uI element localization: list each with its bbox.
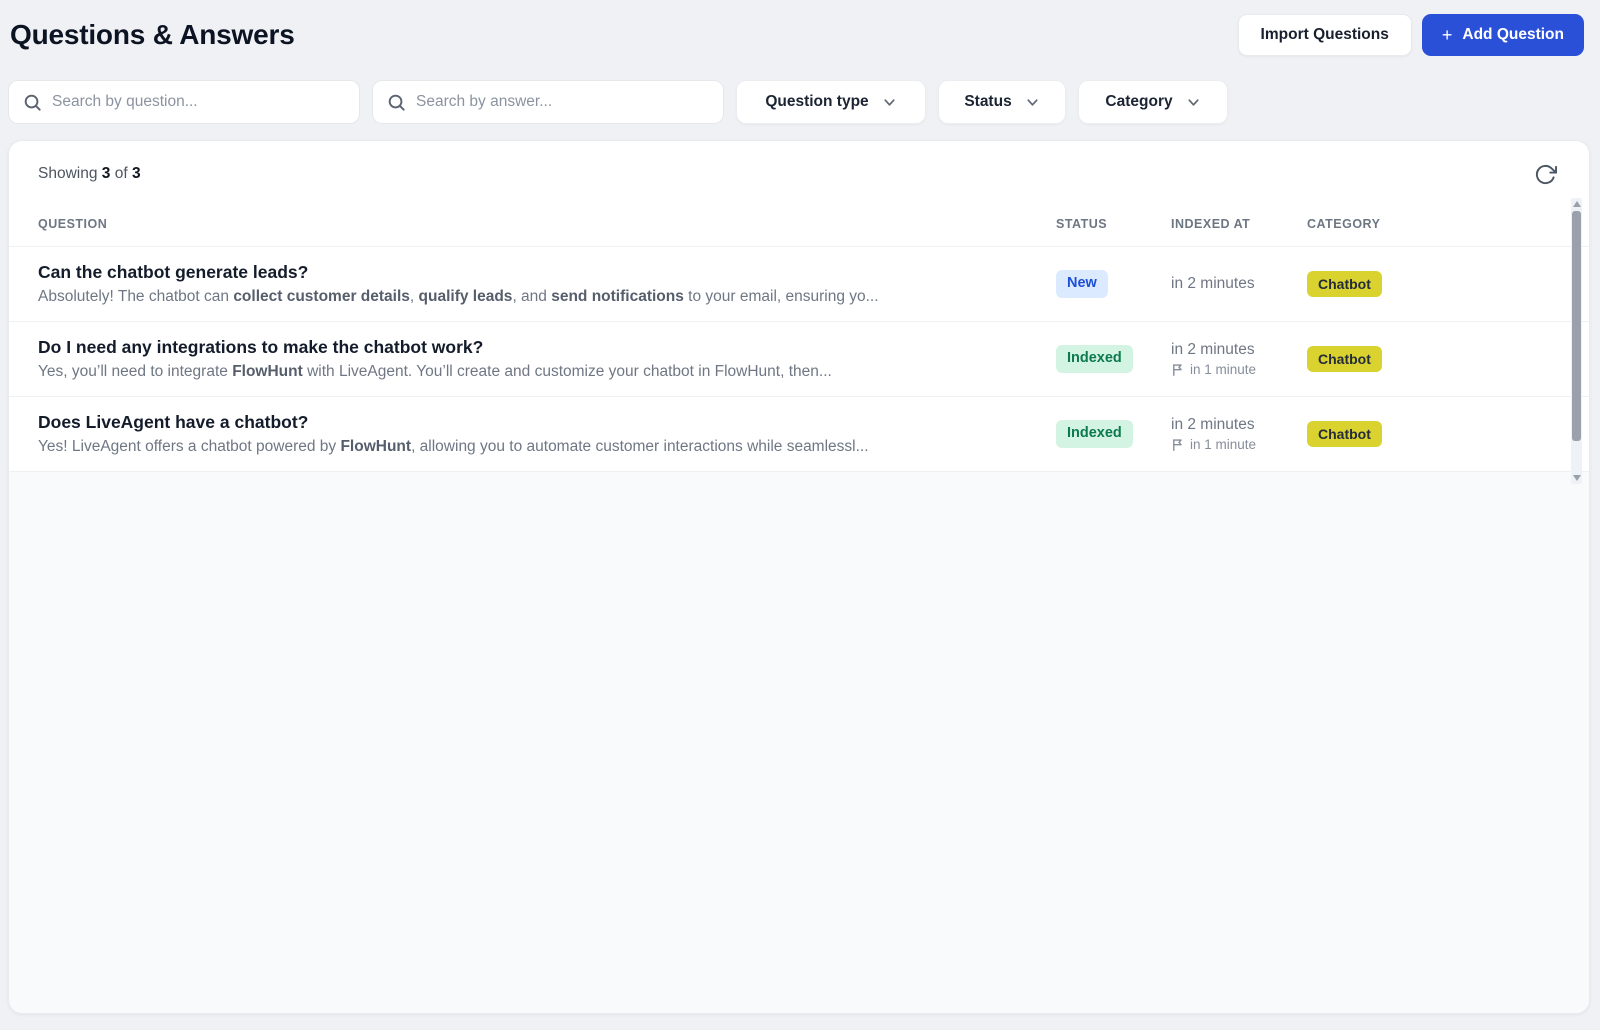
column-header-category: CATEGORY bbox=[1307, 217, 1381, 231]
table-header-row: QUESTION STATUS INDEXED AT CATEGORY bbox=[9, 189, 1589, 247]
chevron-down-icon bbox=[1188, 98, 1199, 106]
question-cell: Can the chatbot generate leads? Absolutel… bbox=[38, 262, 1056, 306]
question-title: Do I need any integrations to make the c… bbox=[38, 337, 484, 358]
indexed-at-cell: in 2 minutes in 1 minute bbox=[1171, 341, 1307, 377]
question-cell: Does LiveAgent have a chatbot? Yes! LiveA… bbox=[38, 412, 1056, 456]
question-answer: Yes, you’ll need to integrate FlowHunt w… bbox=[38, 362, 832, 380]
page-title: Questions & Answers bbox=[10, 19, 295, 50]
import-questions-label: Import Questions bbox=[1260, 26, 1389, 43]
chevron-down-icon bbox=[1027, 98, 1038, 106]
flagged-at: in 1 minute bbox=[1171, 362, 1307, 377]
qa-table-card: Showing 3 of 3 QUESTION STATUS INDEXED AT C… bbox=[8, 140, 1590, 1014]
question-title: Can the chatbot generate leads? bbox=[38, 262, 309, 283]
refresh-button[interactable] bbox=[1534, 163, 1557, 189]
category-filter-dropdown[interactable]: Category bbox=[1078, 80, 1228, 124]
flag-icon bbox=[1173, 364, 1182, 376]
status-badge: Indexed bbox=[1056, 420, 1133, 448]
showing-count: Showing 3 of 3 bbox=[38, 165, 141, 182]
indexed-at-cell: in 2 minutes in 1 minute bbox=[1171, 416, 1307, 452]
indexed-at-cell: in 2 minutes bbox=[1171, 275, 1307, 293]
topbar: Questions & Answers Import Questions + A… bbox=[0, 0, 1600, 58]
question-answer: Yes! LiveAgent offers a chatbot powered … bbox=[38, 437, 869, 455]
question-type-filter-label: Question type bbox=[765, 93, 869, 110]
category-badge: Chatbot bbox=[1307, 420, 1382, 448]
status-cell: New bbox=[1056, 270, 1171, 298]
qa-table: Showing 3 of 3 QUESTION STATUS INDEXED AT C… bbox=[9, 141, 1589, 472]
add-question-label: Add Question bbox=[1462, 26, 1564, 43]
search-icon bbox=[388, 94, 405, 111]
category-badge: Chatbot bbox=[1307, 270, 1382, 298]
search-question-input[interactable] bbox=[52, 93, 345, 111]
scrollbar-up-arrow[interactable] bbox=[1572, 201, 1581, 207]
indexed-at: in 2 minutes bbox=[1171, 416, 1255, 433]
table-meta: Showing 3 of 3 bbox=[9, 141, 1589, 189]
column-header-indexed-at: INDEXED AT bbox=[1171, 217, 1251, 231]
table-row[interactable]: Can the chatbot generate leads? Absolutel… bbox=[9, 247, 1589, 322]
category-badge: Chatbot bbox=[1307, 345, 1382, 373]
category-cell: Chatbot bbox=[1307, 345, 1533, 373]
topbar-actions: Import Questions + Add Question bbox=[1237, 14, 1584, 56]
question-type-filter-dropdown[interactable]: Question type bbox=[736, 80, 926, 124]
search-answer-input[interactable] bbox=[416, 93, 709, 111]
question-cell: Do I need any integrations to make the c… bbox=[38, 337, 1056, 381]
column-header-question: QUESTION bbox=[38, 217, 108, 231]
status-cell: Indexed bbox=[1056, 345, 1171, 373]
status-filter-label: Status bbox=[964, 93, 1012, 110]
search-question-box bbox=[8, 80, 360, 124]
status-cell: Indexed bbox=[1056, 420, 1171, 448]
indexed-at: in 2 minutes bbox=[1171, 275, 1255, 292]
flagged-at: in 1 minute bbox=[1171, 437, 1307, 452]
import-questions-button[interactable]: Import Questions bbox=[1237, 14, 1412, 56]
status-badge: Indexed bbox=[1056, 345, 1133, 373]
chevron-down-icon bbox=[884, 98, 895, 106]
table-scrollbar[interactable] bbox=[1571, 198, 1582, 484]
status-filter-dropdown[interactable]: Status bbox=[938, 80, 1066, 124]
indexed-at: in 2 minutes bbox=[1171, 341, 1255, 358]
add-question-button[interactable]: + Add Question bbox=[1421, 14, 1584, 56]
filter-bar: Question type Status Category bbox=[0, 80, 1600, 124]
refresh-icon bbox=[1535, 164, 1557, 185]
column-header-status: STATUS bbox=[1056, 217, 1108, 231]
question-answer: Absolutely! The chatbot can collect cust… bbox=[38, 287, 879, 305]
flag-icon bbox=[1173, 439, 1182, 451]
table-row[interactable]: Do I need any integrations to make the c… bbox=[9, 322, 1589, 397]
question-title: Does LiveAgent have a chatbot? bbox=[38, 412, 309, 433]
category-filter-label: Category bbox=[1105, 93, 1173, 110]
search-icon bbox=[24, 94, 41, 111]
table-row[interactable]: Does LiveAgent have a chatbot? Yes! LiveA… bbox=[9, 397, 1589, 472]
scrollbar-down-arrow[interactable] bbox=[1572, 475, 1581, 481]
plus-icon: + bbox=[1441, 24, 1453, 45]
category-cell: Chatbot bbox=[1307, 270, 1533, 298]
search-answer-box bbox=[372, 80, 724, 124]
status-badge: New bbox=[1056, 270, 1108, 298]
scrollbar-thumb[interactable] bbox=[1572, 211, 1581, 441]
category-cell: Chatbot bbox=[1307, 420, 1533, 448]
